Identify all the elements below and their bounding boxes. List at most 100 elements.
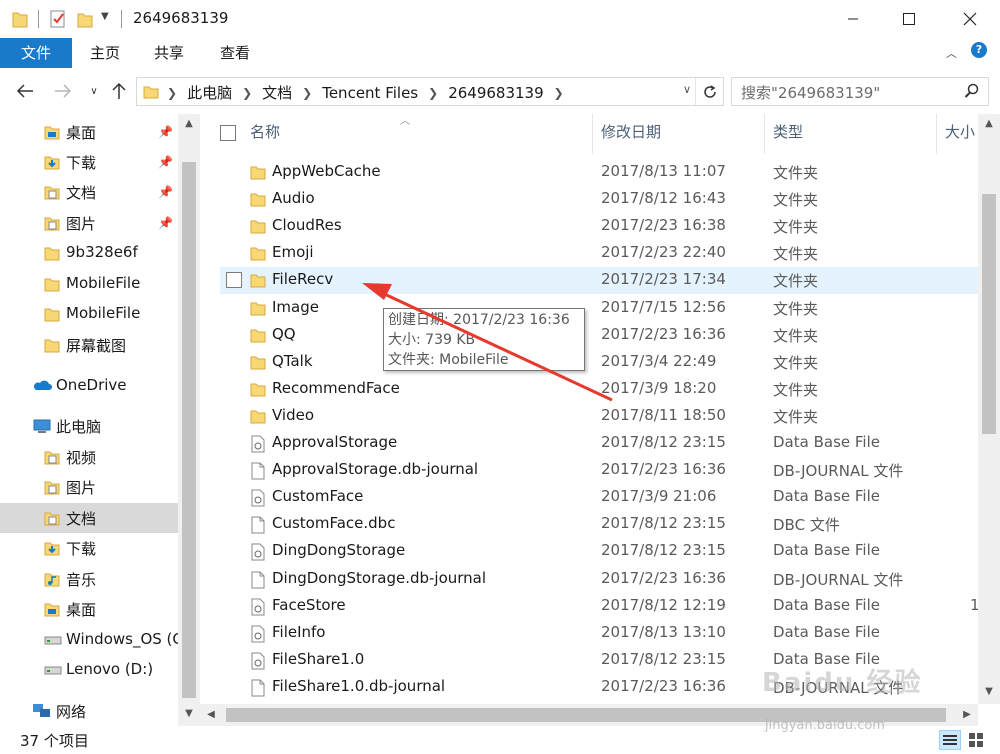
breadcrumb-this-pc[interactable]: 此电脑 — [187, 82, 232, 103]
file-row[interactable]: ApprovalStorage.db-journal 2017/2/23 16:3… — [220, 457, 978, 484]
breadcrumb-tencent-files[interactable]: Tencent Files — [322, 84, 418, 102]
file-row[interactable]: CloudRes 2017/2/23 16:38 文件夹 — [220, 213, 978, 240]
folder-icon — [44, 339, 60, 353]
large-icons-view-button[interactable] — [965, 730, 987, 750]
scroll-right-icon[interactable]: ▶ — [956, 709, 978, 720]
select-all-checkbox[interactable] — [220, 125, 236, 141]
tab-home[interactable]: 主页 — [76, 38, 134, 68]
file-row[interactable]: QTalk 2017/3/4 22:49 文件夹 — [220, 349, 978, 376]
file-row[interactable]: QQ 2017/2/23 16:36 文件夹 — [220, 322, 978, 349]
file-row[interactable]: DingDongStorage.db-journal 2017/2/23 16:3… — [220, 566, 978, 593]
properties-icon[interactable] — [49, 9, 67, 29]
database-file-icon — [251, 598, 265, 616]
file-row[interactable]: Emoji 2017/2/23 22:40 文件夹 — [220, 240, 978, 267]
recent-locations-button[interactable]: ∨ — [83, 80, 105, 102]
breadcrumb-separator-icon[interactable]: ❯ — [554, 86, 564, 100]
file-row[interactable]: Video 2017/8/11 18:50 文件夹 — [220, 403, 978, 430]
sidebar-item[interactable]: 此电脑 — [0, 411, 178, 441]
file-row[interactable]: Image 2017/7/15 12:56 文件夹 — [220, 295, 978, 322]
pin-icon[interactable]: 📌 — [158, 216, 173, 230]
pin-icon[interactable]: 📌 — [158, 155, 173, 169]
file-icon — [251, 516, 265, 534]
file-row[interactable]: CustomFace.dbc 2017/8/12 23:15 DBC 文件 — [220, 511, 978, 538]
sidebar-item[interactable]: 屏幕截图 — [0, 330, 178, 360]
sidebar-item[interactable]: Windows_OS (C — [0, 625, 178, 655]
nav-scrollbar[interactable]: ▲ ▼ — [178, 114, 200, 726]
sidebar-item[interactable]: 文档 — [0, 503, 178, 533]
pin-icon[interactable]: 📌 — [158, 185, 173, 199]
forward-button[interactable] — [52, 80, 74, 102]
sidebar-item[interactable]: 网络 — [0, 696, 178, 726]
sidebar-item[interactable]: 桌面 📌 — [0, 117, 178, 147]
column-divider[interactable] — [592, 114, 593, 154]
scroll-down-icon[interactable]: ▼ — [178, 708, 200, 719]
sidebar-item[interactable]: 音乐 — [0, 564, 178, 594]
file-list-vertical-scrollbar[interactable]: ▲ ▼ — [978, 114, 1000, 704]
sidebar-item[interactable]: OneDrive — [0, 371, 178, 401]
address-dropdown-icon[interactable]: ∨ — [683, 83, 691, 96]
breadcrumb-separator-icon[interactable]: ❯ — [242, 86, 252, 100]
sidebar-item[interactable]: MobileFile — [0, 269, 178, 299]
sidebar-item[interactable]: 图片 — [0, 472, 178, 502]
file-row[interactable]: FaceStore 2017/8/12 12:19 Data Base File 1 — [220, 593, 980, 620]
sidebar-item[interactable]: 图片 📌 — [0, 208, 178, 238]
tab-file[interactable]: 文件 — [0, 38, 72, 68]
details-view-button[interactable] — [939, 730, 961, 750]
row-checkbox[interactable] — [226, 272, 242, 289]
scroll-up-icon[interactable]: ▲ — [178, 118, 200, 129]
vertical-scrollbar-thumb[interactable] — [982, 194, 996, 434]
folder-icon — [250, 166, 266, 180]
breadcrumb-separator-icon[interactable]: ❯ — [428, 86, 438, 100]
sidebar-item[interactable]: 下载 📌 — [0, 147, 178, 177]
column-header-name[interactable]: 名称 — [250, 121, 280, 142]
breadcrumb-separator-icon[interactable]: ❯ — [302, 86, 312, 100]
sidebar-item[interactable]: Lenovo (D:) — [0, 655, 178, 685]
sidebar-item[interactable]: 桌面 — [0, 594, 178, 624]
search-box[interactable]: 搜索"2649683139" — [731, 77, 989, 106]
file-row[interactable]: Audio 2017/8/12 16:43 文件夹 — [220, 186, 978, 213]
up-button[interactable] — [108, 80, 130, 102]
sidebar-item[interactable]: 下载 — [0, 533, 178, 563]
column-header-type[interactable]: 类型 — [773, 121, 803, 142]
scroll-left-icon[interactable]: ◀ — [200, 709, 222, 720]
file-row[interactable]: FileInfo 2017/8/13 13:10 Data Base File — [220, 620, 978, 647]
help-icon[interactable]: ? — [971, 42, 987, 58]
new-folder-icon[interactable] — [76, 9, 94, 29]
file-row[interactable]: CustomFace 2017/3/9 21:06 Data Base File — [220, 484, 978, 511]
nav-scrollbar-thumb[interactable] — [182, 162, 196, 698]
pin-icon[interactable]: 📌 — [158, 125, 173, 139]
file-row[interactable]: FileRecv 2017/2/23 17:34 文件夹 — [220, 267, 978, 295]
file-row[interactable]: ApprovalStorage 2017/8/12 23:15 Data Base … — [220, 430, 978, 457]
refresh-button[interactable] — [695, 78, 723, 105]
search-icon[interactable] — [964, 83, 980, 99]
file-name: RecommendFace — [272, 378, 400, 397]
column-header-size[interactable]: 大小 — [945, 121, 975, 142]
column-header-date[interactable]: 修改日期 — [601, 121, 661, 142]
minimize-button[interactable] — [830, 0, 876, 38]
sidebar-item[interactable]: MobileFile — [0, 299, 178, 329]
sidebar-item[interactable]: 9b328e6f — [0, 238, 178, 268]
file-row[interactable]: RecommendFace 2017/3/9 18:20 文件夹 — [220, 376, 978, 403]
breadcrumb-documents[interactable]: 文档 — [262, 82, 292, 103]
file-type: Data Base File — [773, 541, 880, 560]
download-folder-icon — [44, 156, 60, 170]
sidebar-item[interactable]: 视频 — [0, 442, 178, 472]
address-bar[interactable]: ❯ 此电脑 ❯ 文档 ❯ Tencent Files ❯ 2649683139 … — [136, 77, 724, 106]
file-type: 文件夹 — [773, 245, 819, 264]
tab-view[interactable]: 查看 — [206, 38, 264, 68]
back-button[interactable] — [14, 80, 36, 102]
tab-share[interactable]: 共享 — [140, 38, 198, 68]
sidebar-item[interactable]: 文档 📌 — [0, 177, 178, 207]
scroll-up-icon[interactable]: ▲ — [978, 118, 1000, 129]
scroll-down-icon[interactable]: ▼ — [978, 686, 1000, 697]
breadcrumb-current[interactable]: 2649683139 — [448, 84, 543, 102]
file-row[interactable]: AppWebCache 2017/8/13 11:07 文件夹 — [220, 159, 978, 186]
quick-access-dropdown-icon[interactable]: ▼ — [101, 11, 109, 31]
file-row[interactable]: DingDongStorage 2017/8/12 23:15 Data Base … — [220, 538, 978, 565]
desktop-folder-icon — [44, 603, 60, 617]
expand-ribbon-icon[interactable]: ︿ — [946, 45, 957, 61]
column-divider[interactable] — [936, 114, 937, 154]
close-button[interactable] — [947, 0, 993, 38]
maximize-button[interactable] — [886, 0, 932, 38]
column-divider[interactable] — [764, 114, 765, 154]
